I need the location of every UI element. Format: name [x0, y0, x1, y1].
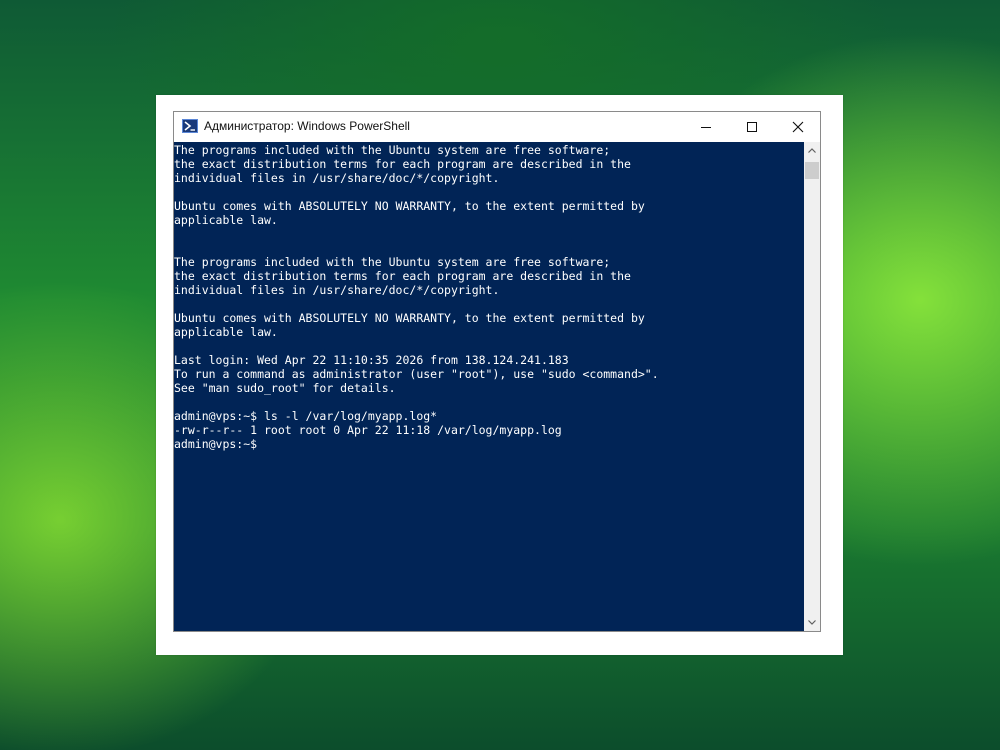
maximize-button[interactable] — [729, 112, 775, 142]
title-bar[interactable]: Администратор: Windows PowerShell — [174, 112, 820, 142]
minimize-icon — [701, 127, 711, 128]
terminal-output[interactable]: The programs included with the Ubuntu sy… — [174, 142, 804, 631]
terminal-line: The programs included with the Ubuntu sy… — [174, 143, 611, 157]
terminal-line: Last login: Wed Apr 22 11:10:35 2026 fro… — [174, 353, 569, 367]
terminal-line: admin@vps:~$ — [174, 437, 258, 451]
terminal-line: To run a command as administrator (user … — [174, 367, 659, 381]
scroll-up-button[interactable] — [804, 142, 820, 159]
terminal-line: the exact distribution terms for each pr… — [174, 157, 631, 171]
powershell-icon[interactable] — [182, 119, 198, 133]
terminal-line: individual files in /usr/share/doc/*/cop… — [174, 283, 500, 297]
window-title: Администратор: Windows PowerShell — [204, 119, 410, 133]
minimize-button[interactable] — [683, 112, 729, 142]
terminal-line: -rw-r--r-- 1 root root 0 Apr 22 11:18 /v… — [174, 423, 562, 437]
maximize-icon — [747, 122, 757, 132]
close-icon — [792, 121, 804, 133]
terminal-text: The programs included with the Ubuntu sy… — [174, 142, 804, 451]
terminal-line: applicable law. — [174, 213, 278, 227]
scroll-thumb[interactable] — [805, 162, 819, 179]
close-button[interactable] — [775, 112, 821, 142]
terminal-line: the exact distribution terms for each pr… — [174, 269, 631, 283]
chevron-up-icon — [808, 148, 816, 153]
terminal-line: applicable law. — [174, 325, 278, 339]
vertical-scrollbar[interactable] — [804, 142, 820, 631]
scroll-down-button[interactable] — [804, 614, 820, 631]
chevron-down-icon — [808, 620, 816, 625]
terminal-line: Ubuntu comes with ABSOLUTELY NO WARRANTY… — [174, 311, 645, 325]
terminal-line: individual files in /usr/share/doc/*/cop… — [174, 171, 500, 185]
terminal-line: The programs included with the Ubuntu sy… — [174, 255, 611, 269]
terminal-line: Ubuntu comes with ABSOLUTELY NO WARRANTY… — [174, 199, 645, 213]
terminal-line: admin@vps:~$ ls -l /var/log/myapp.log* — [174, 409, 438, 423]
terminal-line: See "man sudo_root" for details. — [174, 381, 396, 395]
powershell-window: Администратор: Windows PowerShell The pr… — [173, 111, 821, 632]
